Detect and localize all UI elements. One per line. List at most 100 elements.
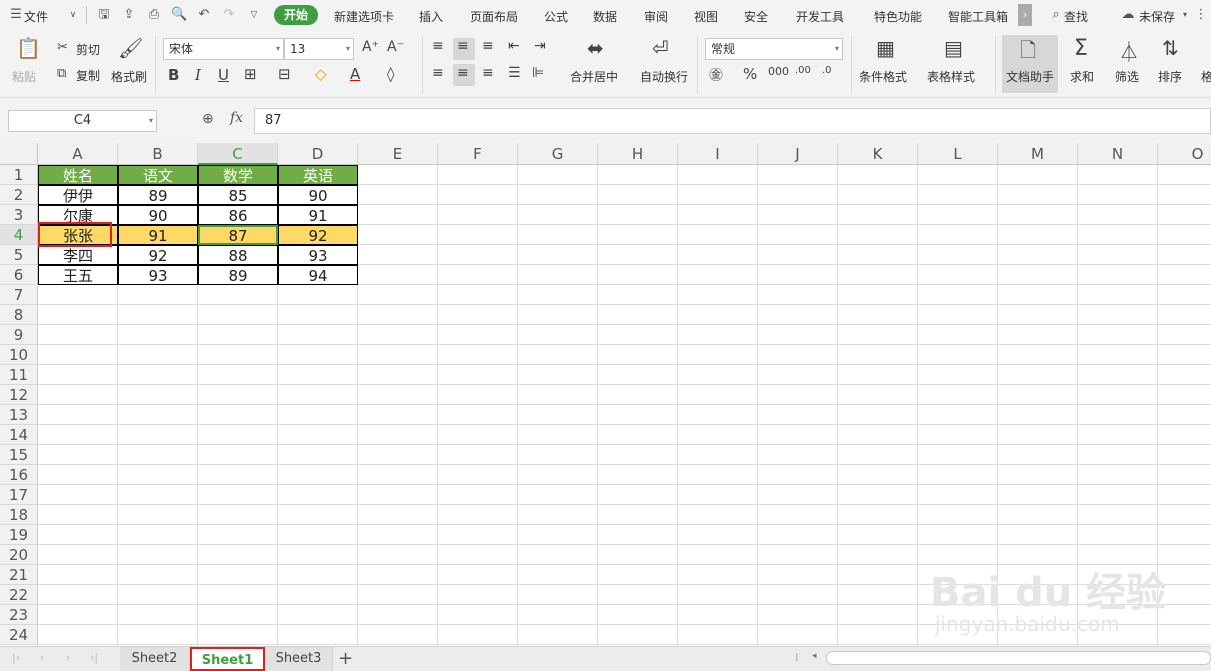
tab-review[interactable]: 审阅 [644,8,668,25]
name-box[interactable]: C4 ▾ [8,110,157,132]
tab-security[interactable]: 安全 [744,8,768,25]
table-cell[interactable]: 91 [118,225,198,245]
merge-icon[interactable]: ⬌ [587,36,604,60]
table-style-icon[interactable]: ▤ [944,36,963,60]
align-right-icon[interactable]: ≡ [482,65,494,81]
row-header[interactable]: 7 [0,285,38,305]
decimal-increase-icon[interactable]: .00 [795,65,811,76]
row-header[interactable]: 14 [0,425,38,445]
tab-new[interactable]: 新建选项卡 [334,8,394,25]
fill-style-icon[interactable]: ⊟ [278,65,291,83]
percent-icon[interactable]: % [743,65,757,83]
sheet-tab-sheet3[interactable]: Sheet3 [265,647,333,671]
row-header[interactable]: 8 [0,305,38,325]
align-middle-icon[interactable]: ≡ [457,38,469,54]
chevron-down-icon[interactable]: ▾ [1177,7,1193,23]
table-cell[interactable]: 93 [118,265,198,285]
sum-icon[interactable]: Σ [1074,36,1088,61]
column-header[interactable]: C [198,143,278,165]
save-status[interactable]: 未保存 [1139,8,1175,25]
row-header[interactable]: 19 [0,525,38,545]
table-cell[interactable]: 94 [278,265,358,285]
tab-developer[interactable]: 开发工具 [796,8,844,25]
copy-icon[interactable]: ⧉ [57,66,66,81]
fx-icon[interactable]: fx [230,110,243,126]
row-header[interactable]: 22 [0,585,38,605]
table-header-cell[interactable]: 语文 [118,165,198,185]
table-style-button[interactable]: 表格样式 [927,68,975,85]
align-left-icon[interactable]: ≡ [432,65,444,81]
row-header[interactable]: 16 [0,465,38,485]
table-cell[interactable]: 89 [198,265,278,285]
row-header[interactable]: 10 [0,345,38,365]
underline-icon[interactable]: U [218,66,229,84]
menu-icon[interactable]: ☰ [8,7,24,23]
sum-button[interactable]: 求和 [1070,68,1094,85]
table-cell[interactable]: 92 [118,245,198,265]
row-header[interactable]: 24 [0,625,38,645]
column-header[interactable]: D [278,143,358,165]
currency-icon[interactable]: ㊎ [709,65,723,85]
formula-input[interactable]: 87 [254,108,1211,134]
redo-icon[interactable]: ↷ [221,7,237,23]
table-header-cell[interactable]: 数学 [198,165,278,185]
format-painter-button[interactable]: 格式刷 [111,68,147,85]
next-sheet-icon[interactable]: › [66,651,70,664]
row-header[interactable]: 9 [0,325,38,345]
zoom-icon[interactable]: ⊕ [202,111,214,127]
distributed-icon[interactable]: ⊫ [532,65,544,81]
row-header[interactable]: 2 [0,185,38,205]
sort-button[interactable]: 排序 [1158,68,1182,85]
indent-increase-icon[interactable]: ⇥ [534,38,546,54]
filter-icon[interactable]: ⏃ [1119,36,1139,65]
row-header[interactable]: 12 [0,385,38,405]
cut-button[interactable]: 剪切 [76,41,100,58]
first-sheet-icon[interactable]: |‹ [12,651,20,664]
row-header[interactable]: 1 [0,165,38,185]
fill-color-icon[interactable]: ◇ [315,65,327,83]
table-cell[interactable]: 91 [278,205,358,225]
conditional-format-button[interactable]: 条件格式 [859,68,907,85]
font-name-select[interactable]: 宋体 ▾ [163,38,284,60]
chevron-right-icon[interactable]: › [1018,4,1032,26]
search-icon[interactable]: ⌕ [1048,7,1064,23]
scroll-left-icon[interactable]: ◂ [812,651,817,661]
table-cell[interactable]: 89 [118,185,198,205]
indent-decrease-icon[interactable]: ⇤ [508,38,520,54]
table-cell[interactable]: 93 [278,245,358,265]
table-header-cell[interactable]: 英语 [278,165,358,185]
last-sheet-icon[interactable]: ›| [90,651,98,664]
brush-icon[interactable]: 🖌 [118,36,143,60]
horizontal-scrollbar[interactable] [826,651,1211,665]
paste-icon[interactable]: 📋 [16,36,41,62]
prev-sheet-icon[interactable]: ‹ [40,651,44,664]
sort-icon[interactable]: ⇅ [1162,36,1179,60]
border-icon[interactable]: ⊞ [244,65,257,83]
row-header[interactable]: 11 [0,365,38,385]
print-icon[interactable]: ⎙ [146,7,162,23]
tab-formula[interactable]: 公式 [544,8,568,25]
align-center-icon[interactable]: ≡ [457,65,469,81]
sheet-tab-sheet2[interactable]: Sheet2 [120,647,190,671]
table-cell[interactable]: 92 [278,225,358,245]
bold-icon[interactable]: B [168,66,179,84]
font-increase-icon[interactable]: A⁺ [362,39,379,55]
row-header[interactable]: 17 [0,485,38,505]
tab-page-layout[interactable]: 页面布局 [470,8,518,25]
justify-icon[interactable]: ☰ [508,65,521,81]
font-decrease-icon[interactable]: A⁻ [387,39,404,55]
select-all-corner[interactable] [0,143,38,165]
undo-icon[interactable]: ↶ [196,7,212,23]
table-cell[interactable]: 88 [198,245,278,265]
column-header[interactable]: J [758,143,838,165]
column-header[interactable]: H [598,143,678,165]
column-header[interactable]: I [678,143,758,165]
table-cell[interactable]: 85 [198,185,278,205]
more-icon[interactable]: ⋮ [1193,7,1209,23]
doc-assistant-button[interactable]: 文档助手 [1006,68,1054,85]
decimal-decrease-icon[interactable]: .0 [822,65,832,76]
table-cell[interactable]: 90 [278,185,358,205]
row-header[interactable]: 4 [0,225,38,245]
merge-center-button[interactable]: 合并居中 [570,68,618,85]
column-header[interactable]: L [918,143,998,165]
